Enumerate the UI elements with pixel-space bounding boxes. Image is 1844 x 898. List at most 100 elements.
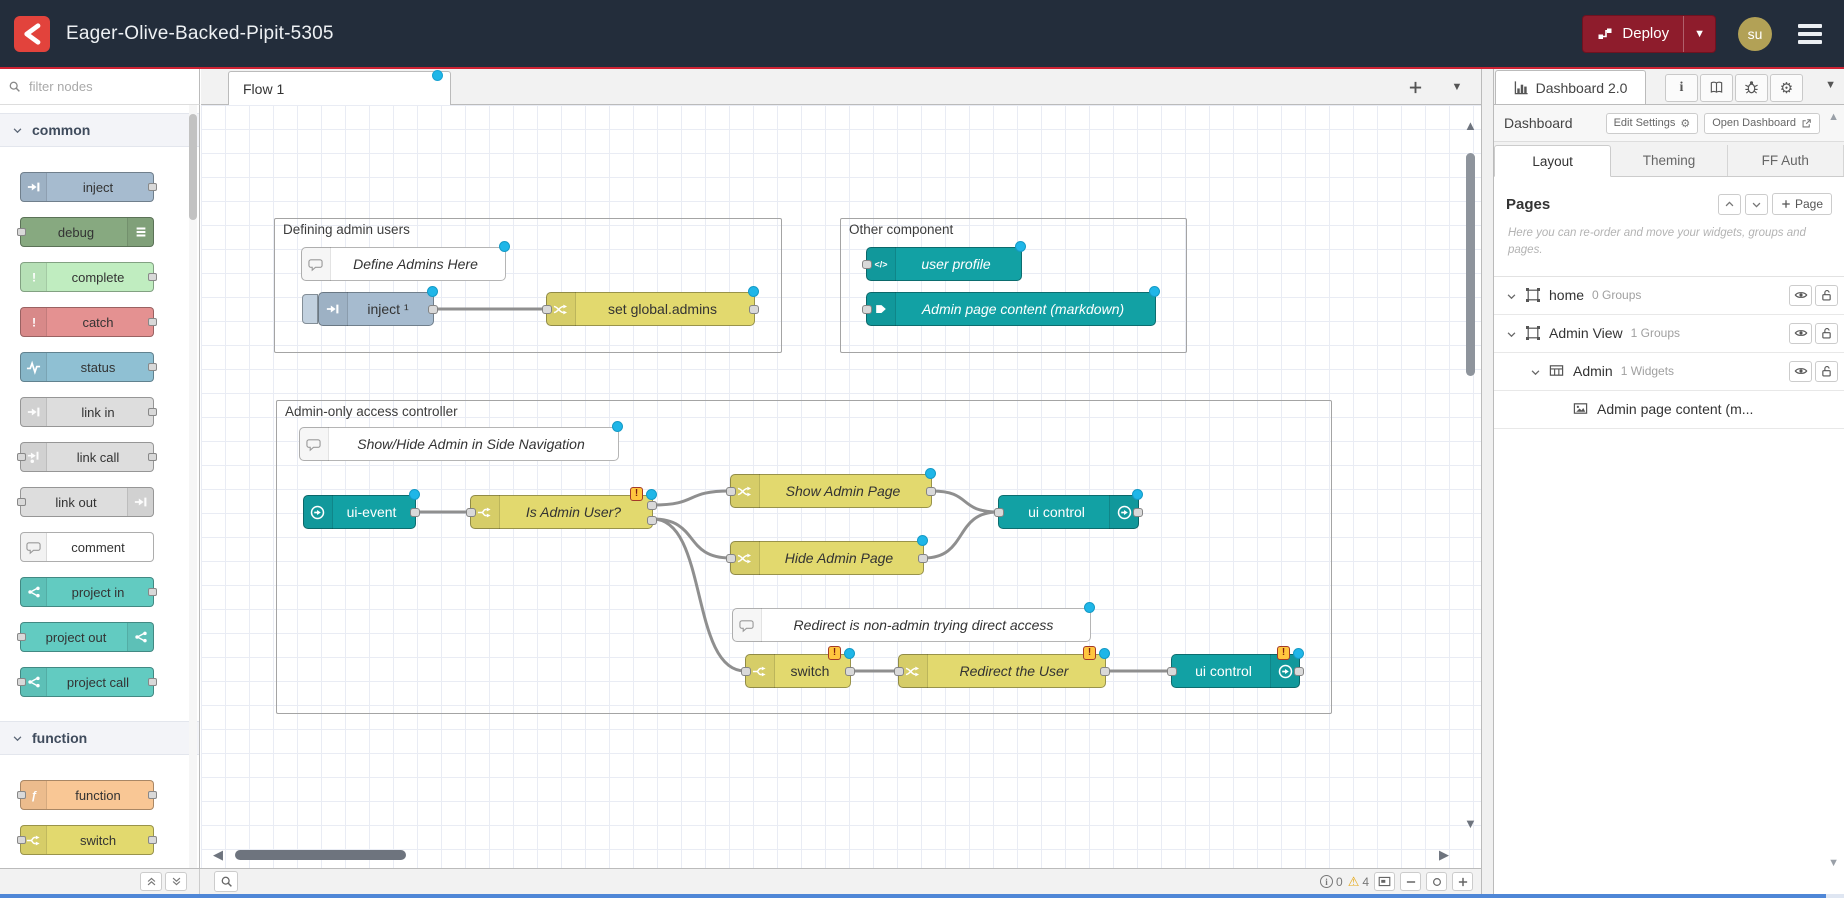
node-inject-¹[interactable]: inject ¹ xyxy=(318,292,434,326)
tree-row-Admin[interactable]: Admin1 Widgets xyxy=(1494,353,1844,391)
palette-node-catch[interactable]: !catch xyxy=(20,307,154,337)
palette-scrollbar-thumb[interactable] xyxy=(189,114,197,220)
palette-node-complete[interactable]: !complete xyxy=(20,262,154,292)
input-port[interactable] xyxy=(1167,667,1177,676)
page-hscrollbar-thumb[interactable] xyxy=(0,894,1826,898)
canvas-hscroll-thumb[interactable] xyxy=(235,850,406,860)
inject-button[interactable] xyxy=(302,294,318,324)
output-port[interactable] xyxy=(918,554,928,563)
lock-button[interactable] xyxy=(1815,285,1838,306)
user-avatar[interactable]: su xyxy=(1738,17,1772,51)
palette-node-status[interactable]: status xyxy=(20,352,154,382)
canvas-scroll-up-arrow[interactable]: ▲ xyxy=(1464,119,1477,132)
node-Hide-Admin-Page[interactable]: Hide Admin Page xyxy=(730,541,924,575)
open-dashboard-button[interactable]: Open Dashboard xyxy=(1704,113,1820,134)
flow-group-Other-component[interactable]: Other component xyxy=(840,218,1187,353)
canvas-vscroll-thumb[interactable] xyxy=(1466,153,1475,376)
output-port[interactable] xyxy=(926,487,936,496)
palette-node-project-call[interactable]: project call xyxy=(20,667,154,697)
input-port[interactable] xyxy=(862,260,872,269)
palette-node-project-out[interactable]: project out xyxy=(20,622,154,652)
output-port[interactable] xyxy=(647,501,657,510)
flow-canvas[interactable]: Defining admin users Other componentAdmin… xyxy=(201,105,1481,868)
node-Show/Hide-Admin-in-Side-Navigation[interactable]: Show/Hide Admin in Side Navigation xyxy=(299,427,619,461)
sidebar-scroll-up-arrow[interactable]: ▲ xyxy=(1828,111,1839,123)
palette-node-link-call[interactable]: link call xyxy=(20,442,154,472)
input-port[interactable] xyxy=(466,508,476,517)
zoom-reset-button[interactable] xyxy=(1426,872,1447,891)
output-port[interactable] xyxy=(410,508,420,517)
node-ui-control[interactable]: ui control! xyxy=(1171,654,1300,688)
input-port[interactable] xyxy=(542,305,552,314)
workspace-tab-flow1[interactable]: Flow 1 xyxy=(228,71,451,105)
node-Is-Admin-User?[interactable]: Is Admin User?! xyxy=(470,495,653,529)
output-port[interactable] xyxy=(1100,667,1110,676)
tab-ff-auth[interactable]: FF Auth xyxy=(1728,145,1844,176)
input-port[interactable] xyxy=(726,554,736,563)
collapse-all-button[interactable] xyxy=(1718,194,1741,215)
main-menu-button[interactable] xyxy=(1794,20,1826,48)
tab-layout[interactable]: Layout xyxy=(1494,145,1611,177)
tree-row-Admin-page-content-m-[interactable]: Admin page content (m... xyxy=(1494,391,1844,429)
output-port[interactable] xyxy=(749,305,759,314)
deploy-options-button[interactable]: ▼ xyxy=(1683,16,1715,52)
canvas-scroll-right-arrow[interactable]: ▶ xyxy=(1439,848,1449,861)
palette-node-project-in[interactable]: project in xyxy=(20,577,154,607)
palette-node-function[interactable]: ƒfunction xyxy=(20,780,154,810)
sidebar-tabs-menu-button[interactable]: ▼ xyxy=(1825,79,1836,91)
sidebar-scroll-down-arrow[interactable]: ▼ xyxy=(1828,857,1839,869)
output-port[interactable] xyxy=(1133,508,1143,517)
lock-button[interactable] xyxy=(1815,361,1838,382)
flow-group-Defining-admin-users[interactable]: Defining admin users xyxy=(274,218,782,353)
input-port[interactable] xyxy=(726,487,736,496)
visibility-button[interactable] xyxy=(1789,323,1812,344)
zoom-out-button[interactable] xyxy=(1400,872,1421,891)
palette-expand-all-button[interactable] xyxy=(165,872,187,891)
node-ui-control[interactable]: ui control xyxy=(998,495,1139,529)
node-user-profile[interactable]: </>user profile xyxy=(866,247,1022,281)
visibility-button[interactable] xyxy=(1789,361,1812,382)
flow-list-button[interactable]: ▼ xyxy=(1447,77,1467,97)
zoom-in-button[interactable] xyxy=(1452,872,1473,891)
output-port[interactable] xyxy=(1294,667,1304,676)
output-port[interactable] xyxy=(647,516,657,525)
tree-row-Admin-View[interactable]: Admin View1 Groups xyxy=(1494,315,1844,353)
node-Define-Admins-Here[interactable]: Define Admins Here xyxy=(301,247,506,281)
add-page-button[interactable]: Page xyxy=(1772,193,1832,215)
palette-node-link-in[interactable]: link in xyxy=(20,397,154,427)
palette-node-link-out[interactable]: link out xyxy=(20,487,154,517)
input-port[interactable] xyxy=(894,667,904,676)
node-Admin-page-content-(markdown)[interactable]: Admin page content (markdown) xyxy=(866,292,1156,326)
input-port[interactable] xyxy=(994,508,1004,517)
sidebar-tab-dashboard[interactable]: Dashboard 2.0 xyxy=(1495,70,1646,104)
palette-node-comment[interactable]: comment xyxy=(20,532,154,562)
palette-node-debug[interactable]: debug xyxy=(20,217,154,247)
palette-node-inject[interactable]: inject xyxy=(20,172,154,202)
palette-filter-input[interactable] xyxy=(27,78,177,95)
canvas-scroll-down-arrow[interactable]: ▼ xyxy=(1464,817,1477,830)
chevron-down-icon[interactable] xyxy=(1506,289,1518,301)
node-switch[interactable]: switch! xyxy=(745,654,851,688)
add-flow-button[interactable] xyxy=(1405,77,1425,97)
chevron-down-icon[interactable] xyxy=(1530,365,1542,377)
palette-category-common[interactable]: common xyxy=(0,113,199,147)
node-set-global.admins[interactable]: set global.admins xyxy=(546,292,755,326)
error-count[interactable]: i 0 xyxy=(1320,875,1343,889)
visibility-button[interactable] xyxy=(1789,285,1812,306)
palette-node-switch[interactable]: switch xyxy=(20,825,154,855)
edit-settings-button[interactable]: Edit Settings ⚙ xyxy=(1606,113,1699,134)
navigator-button[interactable] xyxy=(1374,872,1395,891)
canvas-search-button[interactable] xyxy=(214,871,238,892)
lock-button[interactable] xyxy=(1815,323,1838,344)
page-hscrollbar[interactable] xyxy=(0,894,1844,898)
palette-category-function[interactable]: function xyxy=(0,721,199,755)
input-port[interactable] xyxy=(741,667,751,676)
node-Redirect-the-User[interactable]: Redirect the User! xyxy=(898,654,1106,688)
output-port[interactable] xyxy=(845,667,855,676)
palette-collapse-all-button[interactable] xyxy=(140,872,162,891)
warning-count[interactable]: ⚠ 4 xyxy=(1348,874,1369,890)
deploy-button[interactable]: Deploy ▼ xyxy=(1582,15,1716,53)
output-port[interactable] xyxy=(428,305,438,314)
node-ui-event[interactable]: ui-event xyxy=(303,495,416,529)
sidebar-tab-help[interactable] xyxy=(1700,74,1733,102)
